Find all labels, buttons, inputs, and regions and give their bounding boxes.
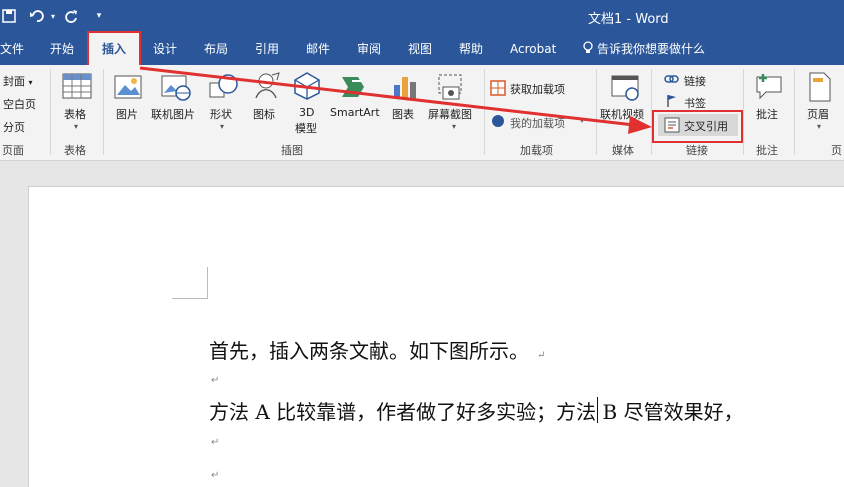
ribbon-tabs: 文件 开始 插入 设计 布局 引用 邮件 审阅 视图 帮助 Acrobat 告诉… [0,33,844,65]
shapes-button[interactable]: 形状 [210,106,232,122]
tab-help[interactable]: 帮助 [459,33,483,65]
tell-me-text: 告诉我你想要做什么 [597,42,706,56]
group-label-media: 媒体 [612,144,634,157]
tab-references[interactable]: 引用 [255,33,279,65]
smartart-icon [342,77,364,97]
bookmark-button[interactable]: 书签 [684,95,706,111]
chart-icon [394,77,416,99]
document-page[interactable]: 首先，插入两条文献。如下图所示。 ↵ ↵ 方法 A 比较靠谱，作者做了好多实验；方… [28,186,844,487]
tab-mailings[interactable]: 邮件 [306,33,330,65]
chevron-down-icon: ▾ [817,122,822,131]
cover-page-label: 封面 [3,75,25,88]
lightbulb-icon [583,41,593,53]
margin-marker-v [207,267,208,299]
tab-layout[interactable]: 布局 [204,33,228,65]
link-button[interactable]: 链接 [684,73,706,89]
divider [50,69,51,155]
group-label-pages: 页面 [2,144,24,157]
my-addins-button[interactable]: 我的加载项 [510,115,565,131]
page-break-button[interactable]: 分页 [3,119,25,135]
group-label-illustrations: 插图 [281,144,303,157]
header-icon [809,72,831,102]
header-button[interactable]: 页眉 [807,106,829,122]
undo-icon [30,10,44,22]
ribbon-insert: 封面 ▾ 空白页 分页 页面 表格 ▾ 表格 图片 联机图片 形状 ▾ 图标 3… [0,65,844,161]
smartart-button[interactable]: SmartArt [330,106,380,119]
line-1-text: 首先，插入两条文献。如下图所示。 [209,339,529,363]
divider [794,69,795,155]
customize-qat-button[interactable]: ▾ [92,6,106,26]
tab-insert[interactable]: 插入 [89,33,139,65]
redo-icon [65,10,77,23]
group-label-comments: 批注 [756,144,778,157]
my-addins-icon [492,115,504,127]
screenshot-icon [438,74,462,100]
paragraph-mark: ↵ [211,375,220,386]
group-label-header-footer: 页 [831,144,842,157]
online-video-button[interactable]: 联机视频 [600,106,644,122]
group-label-addins: 加载项 [520,144,553,157]
chart-button[interactable]: 图表 [392,106,414,122]
icons-icon [255,72,280,99]
chevron-down-icon: ▾ [220,122,225,131]
3d-model-icon [294,72,320,100]
chevron-down-icon: ▾ [74,122,79,131]
paragraph-mark: ↵ [211,470,220,481]
cover-page-button[interactable]: 封面 ▾ [3,73,33,89]
paragraph-mark: ↵ [537,350,546,361]
picture-icon [114,75,142,99]
group-label-links: 链接 [686,144,708,157]
redo-button[interactable] [62,6,80,26]
get-addins-button[interactable]: 获取加载项 [510,81,565,97]
group-label-tables: 表格 [64,144,86,157]
tell-me-box[interactable]: 告诉我你想要做什么 [582,33,705,65]
window-title: 文档1 - Word [588,12,669,27]
divider [484,69,485,155]
table-icon [62,73,92,99]
divider [651,69,652,155]
comment-icon [756,74,782,100]
tab-view[interactable]: 视图 [408,33,432,65]
divider [743,69,744,155]
cross-reference-label: 交叉引用 [684,120,728,133]
3d-model-label-1[interactable]: 3D [299,106,314,119]
chevron-down-icon: ▾ [580,116,585,125]
bookmark-icon [667,95,676,107]
new-comment-button[interactable]: 批注 [756,106,778,122]
tab-acrobat[interactable]: Acrobat [510,33,556,65]
3d-model-label-2[interactable]: 模型 [295,120,317,136]
online-picture-button[interactable]: 联机图片 [151,106,195,122]
tab-home[interactable]: 开始 [50,33,74,65]
chevron-down-icon: ▾ [452,122,457,131]
save-icon [2,9,16,23]
online-picture-icon [161,75,191,101]
document-line-1[interactable]: 首先，插入两条文献。如下图所示。 ↵ [209,335,545,364]
tab-review[interactable]: 审阅 [357,33,381,65]
cross-reference-icon [664,117,680,133]
screenshot-button[interactable]: 屏幕截图 [428,106,472,122]
text-cursor [597,397,598,423]
tab-file[interactable]: 文件 [0,33,24,65]
margin-marker-h [172,298,207,299]
customize-icon: ▾ [96,11,102,21]
divider [103,69,104,155]
icons-button[interactable]: 图标 [253,106,275,122]
shapes-icon [209,74,238,98]
blank-page-button[interactable]: 空白页 [3,96,36,112]
picture-button[interactable]: 图片 [116,106,138,122]
tab-design[interactable]: 设计 [153,33,177,65]
table-button[interactable]: 表格 [64,106,86,122]
undo-button[interactable] [26,6,48,26]
chevron-down-icon: ▾ [28,78,33,87]
link-icon [664,75,679,83]
store-icon [490,80,506,96]
title-bar: ▾ ▾ 文档1 - Word [0,0,844,33]
online-video-icon [611,75,639,101]
save-button[interactable] [0,6,18,26]
paragraph-mark: ↵ [211,437,220,448]
document-line-2[interactable]: 方法 A 比较靠谱，作者做了好多实验；方法 B 尽管效果好， [209,396,744,425]
undo-dropdown[interactable]: ▾ [48,6,58,26]
document-area: 首先，插入两条文献。如下图所示。 ↵ ↵ 方法 A 比较靠谱，作者做了好多实验；方… [0,161,844,487]
divider [596,69,597,155]
